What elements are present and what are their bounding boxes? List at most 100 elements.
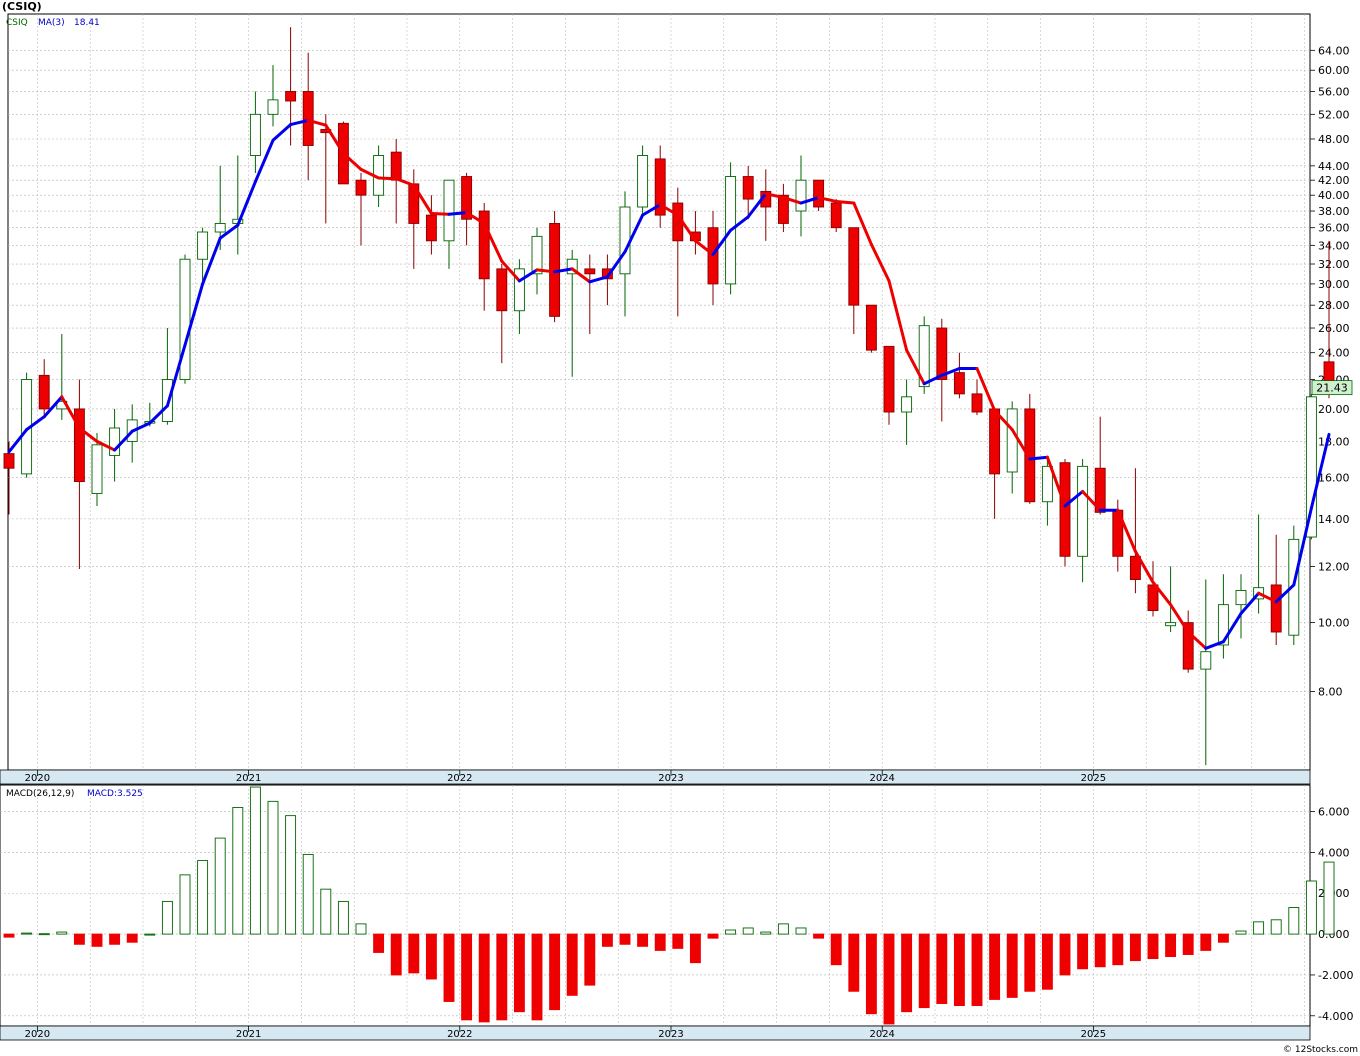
macd-bar [584,933,596,986]
price-y-tick-label: 52.00 [1318,108,1350,121]
candle-body [795,179,807,212]
candlestick [549,211,561,323]
macd-x-axis-band [0,1025,1311,1041]
candle-body [285,91,297,102]
candle-body [531,235,543,275]
candlestick [1059,459,1071,567]
macd-bar [3,933,15,938]
candlestick [830,199,842,233]
macd-bar [813,933,825,939]
price-x-tick-label: 2021 [236,773,261,784]
chart-title: (CSIQ) [2,0,42,13]
macd-bar [355,923,367,935]
macd-bar [214,837,226,935]
macd-bar [707,933,719,939]
ma-value: 18.41 [74,18,100,28]
price-y-tick-label: 38.00 [1318,205,1350,218]
macd-bar [285,815,297,935]
candle-body [3,453,15,469]
macd-bar [637,933,649,947]
price-x-axis-band [0,769,1311,785]
ma-segment [429,211,451,216]
macd-bar [461,933,473,1021]
macd-bar [760,931,772,935]
macd-bar [144,933,156,936]
macd-bar [971,933,983,1007]
price-x-tick-label: 2020 [25,773,50,784]
candle-body [584,268,596,275]
macd-y-tick-label: 4.000 [1318,846,1350,859]
macd-bar [1059,933,1071,976]
macd-value-label: MACD:3.525 [87,789,143,799]
candle-body [443,179,455,242]
macd-bar [1165,933,1177,958]
ma-segment [377,176,398,181]
price-y-tick-label: 48.00 [1318,133,1350,146]
macd-bar [267,800,279,935]
macd-bar [179,874,191,935]
macd-bar [989,933,1001,1000]
macd-bar [513,933,525,1013]
macd-bar [126,933,138,943]
candle-body [1059,462,1071,557]
price-y-tick-label: 28.00 [1318,299,1350,312]
candle-body [865,304,877,351]
macd-bar [1024,933,1036,992]
macd-bar [1323,861,1335,935]
candle-body [1077,465,1089,557]
macd-bar [936,933,948,1004]
macd-bar [795,927,807,935]
price-y-tick-label: 18.00 [1318,435,1350,448]
price-y-tick-label: 44.00 [1318,160,1350,173]
macd-bar [109,933,121,945]
macd-x-tick-label: 2025 [1081,1029,1106,1040]
macd-bar [619,933,631,945]
price-y-tick-label: 64.00 [1318,44,1350,57]
macd-bar [1094,933,1106,968]
candle-body [813,179,825,208]
macd-bar [883,933,895,1025]
macd-x-tick-label: 2023 [658,1029,683,1040]
candlestick [179,254,191,384]
candlestick [865,304,877,353]
macd-bar [1147,933,1159,960]
macd-x-tick-label: 2021 [236,1029,261,1040]
macd-bar [865,933,877,1015]
macd-bar [56,931,68,935]
price-x-tick-label: 2023 [658,773,683,784]
price-x-tick-label: 2022 [447,773,472,784]
ma-segment [834,199,856,205]
macd-bar [373,933,385,953]
candle-body [742,176,754,200]
macd-bar [249,786,261,935]
candle-body [1235,589,1247,606]
macd-bar [672,933,684,949]
price-x-tick-label: 2025 [1081,773,1106,784]
price-y-tick-label: 32.00 [1318,258,1350,271]
macd-y-tick-label: -2.000 [1318,969,1353,982]
macd-bar [443,933,455,1002]
macd-x-tick-label: 2022 [447,1029,472,1040]
macd-x-tick-label: 2024 [869,1029,894,1040]
macd-bar [408,933,420,974]
macd-bar [390,933,402,976]
macd-y-tick-label: 6.000 [1318,806,1350,819]
price-y-tick-label: 36.00 [1318,222,1350,235]
macd-panel [0,784,1311,1027]
last-price-label: 21.43 [1316,382,1348,395]
macd-bar [73,933,85,945]
candle-body [989,408,1001,475]
ma-segment [1028,455,1049,461]
ticker-label: CSIQ [6,18,28,28]
candle-body [1006,408,1018,473]
candle-body [249,113,261,156]
candle-body [830,202,842,229]
candle-body [1270,584,1282,633]
macd-bar [1288,907,1300,935]
macd-bar [302,853,314,935]
macd-bar [742,927,754,935]
price-y-tick-label: 40.00 [1318,189,1350,202]
macd-bar [1235,930,1247,935]
macd-label: MACD(26,12,9) [6,789,74,799]
macd-bar [197,860,209,935]
